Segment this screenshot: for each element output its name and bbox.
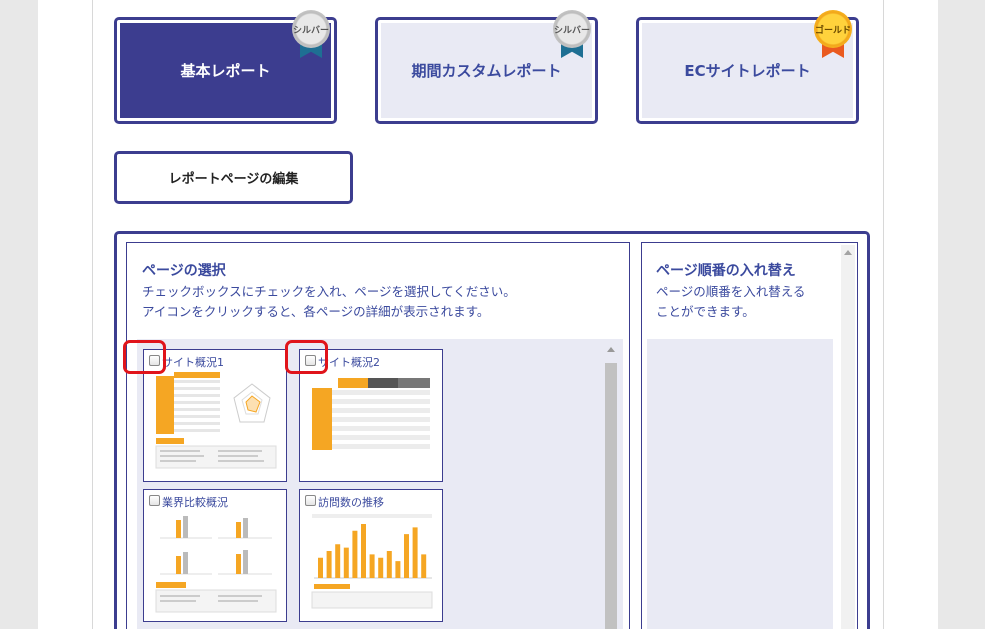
page-select-description: チェックボックスにチェックを入れ、ページを選択してください。 アイコンをクリック… (142, 282, 516, 322)
checkbox-highlight-1 (123, 340, 166, 374)
trend-bar (386, 551, 392, 578)
page-checkbox[interactable] (305, 495, 316, 506)
trend-bar (404, 534, 409, 578)
page-thumbnail-list: サイト概況1 サイト概況2 業界比較概況 訪問数の推移 (137, 339, 623, 629)
content-border-left (92, 0, 93, 629)
trend-bar (326, 551, 332, 578)
page-thumbnail-bar-comparison[interactable] (152, 510, 280, 616)
report-basic-button[interactable]: 基本レポート シルバー (114, 10, 337, 124)
trend-bar (335, 544, 341, 578)
page-card-title: 訪問数の推移 (318, 496, 384, 509)
page-card-title: サイト概況1 (162, 356, 224, 369)
page-order-panel: ページ順番の入れ替え ページの順番を入れ替える ことができます。 (641, 242, 858, 629)
trend-bar (352, 530, 358, 578)
trend-bar (318, 557, 323, 578)
badge-label: シルバー (292, 25, 329, 36)
report-ec-site-label: ECサイトレポート (684, 62, 811, 80)
scrollbar-thumb[interactable] (605, 363, 617, 629)
page-thumbnail-table-radar[interactable] (152, 370, 280, 476)
page-select-title: ページの選択 (142, 263, 226, 279)
checkbox-highlight-2 (285, 340, 328, 374)
page-list-scrollbar[interactable] (605, 347, 617, 629)
page-card-industry-comparison[interactable]: 業界比較概況 (143, 489, 287, 622)
page-select-desc-line1: チェックボックスにチェックを入れ、ページを選択してください。 (142, 284, 516, 299)
silver-badge-icon: シルバー (288, 8, 334, 58)
page-select-panel: ページの選択 チェックボックスにチェックを入れ、ページを選択してください。 アイ… (126, 242, 630, 629)
page-order-title: ページ順番の入れ替え (656, 263, 796, 279)
trend-bar (369, 554, 375, 578)
badge-label: シルバー (553, 25, 590, 36)
report-period-custom-button[interactable]: 期間カスタムレポート シルバー (375, 10, 598, 124)
badge-label: ゴールド (814, 25, 851, 36)
report-ec-site-button[interactable]: ECサイトレポート ゴールド (636, 10, 859, 124)
trend-bar (412, 527, 418, 578)
page-order-scrollbar[interactable] (841, 245, 855, 629)
page-order-description: ページの順番を入れ替える ことができます。 (656, 282, 836, 322)
edit-report-pages-button[interactable]: レポートページの編集 (114, 151, 353, 204)
page-thumbnail-bar-trend[interactable] (308, 510, 436, 616)
page-card-title: 業界比較概況 (162, 496, 228, 509)
page-select-desc-line2: アイコンをクリックすると、各ページの詳細が表示されます。 (142, 304, 490, 319)
page-order-desc-line1: ページの順番を入れ替える (656, 284, 806, 299)
page-card-visits-trend[interactable]: 訪問数の推移 (299, 489, 443, 622)
trend-bar (378, 557, 384, 578)
scroll-up-arrow-icon[interactable] (607, 347, 615, 352)
trend-bar (395, 561, 401, 578)
gold-badge-icon: ゴールド (810, 8, 856, 58)
page-order-list[interactable] (647, 339, 833, 629)
content-border-right (883, 0, 884, 629)
trend-bar (343, 547, 349, 578)
page-checkbox[interactable] (149, 495, 160, 506)
report-basic-label: 基本レポート (180, 62, 271, 80)
trend-bar (421, 554, 427, 578)
page-order-desc-line2: ことができます。 (656, 304, 755, 319)
silver-badge-icon: シルバー (549, 8, 595, 58)
edit-report-pages-label: レポートページの編集 (168, 172, 299, 187)
scroll-up-arrow-icon[interactable] (844, 250, 852, 255)
trend-bar (361, 524, 366, 578)
page-thumbnail-table[interactable] (308, 370, 436, 476)
report-period-custom-label: 期間カスタムレポート (411, 62, 562, 80)
